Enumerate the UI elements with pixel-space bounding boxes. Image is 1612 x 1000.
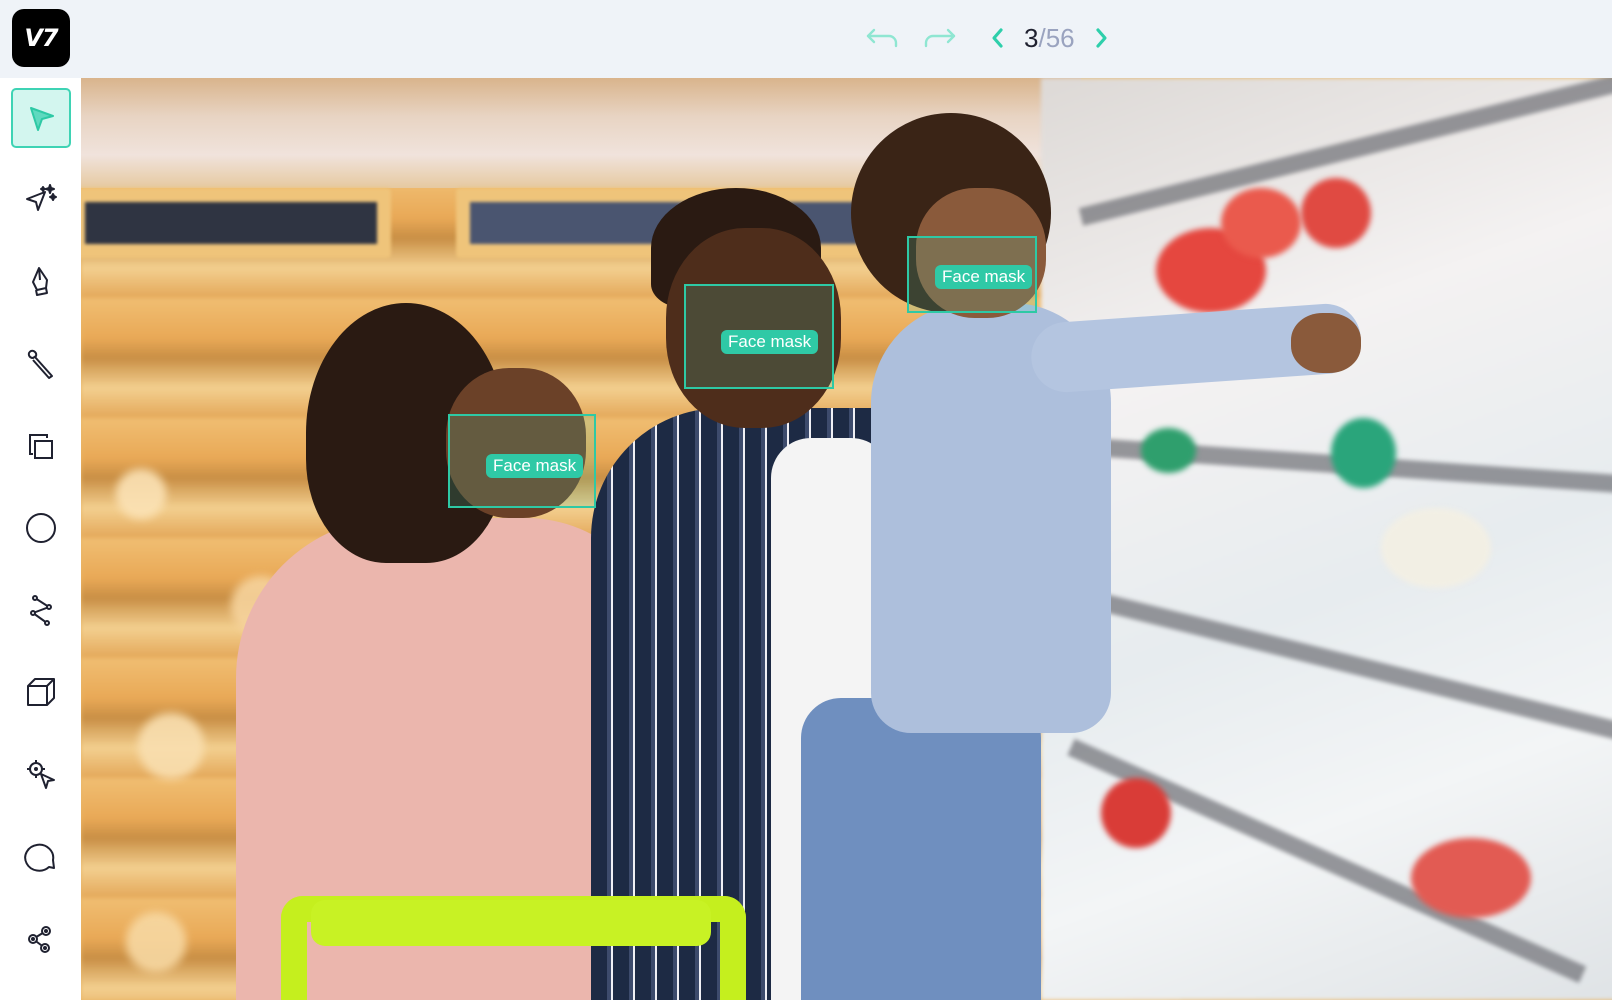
tool-select[interactable] <box>11 88 71 148</box>
product <box>1301 178 1371 248</box>
tool-auto-annotate[interactable] <box>11 170 71 230</box>
cursor-arrow-icon <box>30 107 54 131</box>
navigation-controls: 3 / 56 <box>860 16 1123 60</box>
annotation-label: Face mask <box>935 265 1033 289</box>
product <box>1101 778 1171 848</box>
product <box>1411 838 1531 918</box>
annotation-bbox-face-mask[interactable]: Face mask <box>907 236 1037 313</box>
page-separator: / <box>1038 22 1046 53</box>
tool-polyline[interactable] <box>11 580 71 640</box>
redo-button[interactable] <box>918 16 962 60</box>
polyline-icon <box>30 595 52 626</box>
keypoint-cursor-icon <box>27 760 55 789</box>
annotation-label: Face mask <box>486 454 584 478</box>
product <box>1331 418 1396 488</box>
overlapping-squares-icon <box>29 434 53 459</box>
girl-hand <box>1291 313 1361 373</box>
tool-comment[interactable] <box>11 826 71 886</box>
tool-sidebar <box>0 78 81 1000</box>
tool-skeleton[interactable] <box>11 908 71 968</box>
product <box>1381 508 1491 588</box>
product <box>1141 428 1196 473</box>
undo-icon <box>866 28 898 48</box>
annotation-bbox-face-mask[interactable]: Face mask <box>448 414 596 508</box>
redo-icon <box>924 28 956 48</box>
tool-brush[interactable] <box>11 334 71 394</box>
chalkboard-sign <box>81 188 391 258</box>
annotation-bbox-face-mask[interactable]: Face mask <box>684 284 834 389</box>
cube-icon <box>27 678 55 706</box>
tool-keypoint[interactable] <box>11 744 71 804</box>
v7-logo[interactable]: V7 <box>12 9 70 67</box>
skeleton-nodes-icon <box>28 926 51 953</box>
tool-polygon[interactable] <box>11 252 71 312</box>
top-bar: V7 3 / 56 <box>0 0 1612 78</box>
undo-button[interactable] <box>860 16 904 60</box>
paintbrush-icon <box>27 349 53 379</box>
chevron-right-icon <box>1096 28 1107 48</box>
speech-bubble-icon <box>24 843 55 872</box>
previous-image-button[interactable] <box>976 16 1020 60</box>
shopping-cart-handle <box>311 900 711 946</box>
page-indicator: 3 / 56 <box>1024 23 1075 54</box>
annotation-app: V7 3 / 56 Face mask Face mask Face mask <box>0 0 1612 1000</box>
chevron-left-icon <box>992 28 1003 48</box>
current-page: 3 <box>1024 22 1039 53</box>
total-pages: 56 <box>1045 22 1075 53</box>
magic-cursor-sparkles-icon <box>26 184 57 211</box>
annotation-label: Face mask <box>721 330 819 354</box>
pen-nib-icon <box>32 267 48 296</box>
product <box>1221 188 1301 258</box>
image-canvas[interactable]: Face mask Face mask Face mask <box>81 78 1612 1000</box>
tool-bounding-box[interactable] <box>11 416 71 476</box>
girl-legs <box>801 698 1041 1000</box>
tool-ellipse[interactable] <box>11 498 71 558</box>
tool-cuboid[interactable] <box>11 662 71 722</box>
circle-icon <box>26 513 56 543</box>
supermarket-photo <box>81 78 1612 1000</box>
next-image-button[interactable] <box>1079 16 1123 60</box>
